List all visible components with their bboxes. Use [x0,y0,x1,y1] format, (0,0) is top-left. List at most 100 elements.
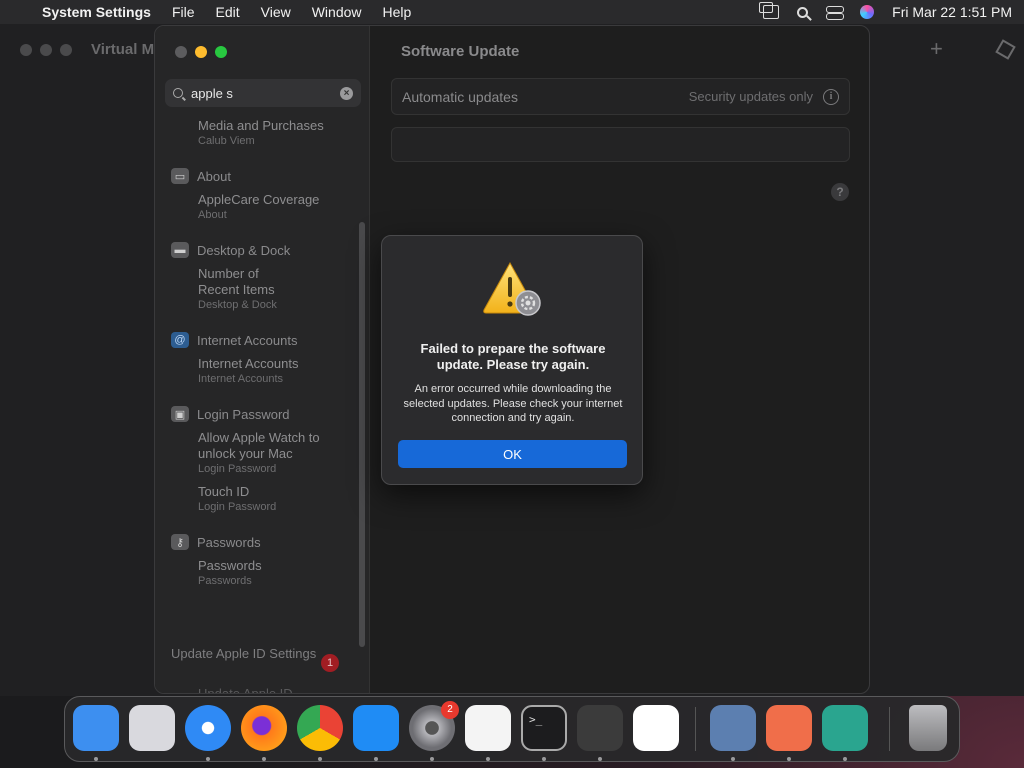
menu-view[interactable]: View [261,4,291,20]
search-result-item[interactable]: Passwords Passwords [155,558,360,588]
sidebar-search: × [165,79,361,107]
clear-search-icon[interactable]: × [340,86,353,100]
update-apple-id-item[interactable]: Update Apple ID Settings 1 [171,646,351,672]
dock-virtualbox-icon[interactable] [710,705,756,751]
menu-file[interactable]: File [172,4,195,20]
search-result-title: Internet Accounts [198,356,299,371]
sidebar-section-header: ▬ Desktop & Dock [155,240,360,260]
dock-running-indicator [262,757,266,761]
search-result-item[interactable]: Touch ID Login Password [155,484,360,514]
update-apple-id-result[interactable]: Update Apple ID [198,686,293,693]
dock-safari-icon[interactable] [185,705,231,751]
close-window-icon[interactable] [175,46,187,58]
search-result-title: Media and Purchases [198,118,324,133]
search-result-subtitle: Calub Viem [198,135,255,147]
search-result-title: AppleCare Coverage [198,192,320,207]
automatic-updates-row: Automatic updates Security updates only … [391,78,850,115]
dock-launchpad-icon[interactable] [129,705,175,751]
search-result-item[interactable]: Number of Recent Items Desktop & Dock [155,266,360,312]
dock-app-store-icon[interactable] [353,705,399,751]
notification-badge: 1 [321,654,339,672]
search-input[interactable] [191,85,331,101]
ok-button[interactable]: OK [398,440,627,468]
dock-running-indicator [787,757,791,761]
dock-archive-utility-icon[interactable] [822,705,868,751]
search-result-item[interactable]: Allow Apple Watch to unlock your Mac Logi… [155,430,360,476]
help-icon[interactable]: ? [831,183,849,201]
search-result-subtitle: Login Password [198,501,277,513]
search-result-subtitle: Login Password [198,463,277,475]
automatic-updates-label: Automatic updates [402,88,518,105]
search-result-item[interactable]: AppleCare Coverage About [155,192,360,222]
screen-mirroring-icon[interactable] [759,2,780,19]
minimize-window-icon[interactable] [195,46,207,58]
dock-system-settings-icon[interactable]: 2 [409,701,459,751]
cube-icon[interactable] [995,39,1016,60]
dock-vscode-icon[interactable] [633,705,679,751]
menu-bar: System Settings File Edit View Window He… [0,0,1024,24]
traffic-lights [175,46,227,58]
dock-firefox-icon[interactable] [241,705,287,751]
background-close-icon[interactable] [20,44,32,56]
update-apple-id-label: Update Apple ID Settings [171,646,317,661]
search-result-subtitle: Passwords [198,575,252,587]
sidebar-section-title: About [197,168,231,184]
menu-window[interactable]: Window [312,4,362,20]
menu-edit[interactable]: Edit [216,4,240,20]
info-icon[interactable]: i [823,88,839,105]
update-status-row [391,127,850,162]
dock-running-indicator [94,757,98,761]
sidebar-scrollbar[interactable] [359,222,365,647]
dock-running-indicator [486,757,490,761]
search-result-subtitle: About [198,209,227,221]
dock-running-indicator [318,757,322,761]
sidebar-section-header: ▭ About [155,166,360,186]
dock-running-indicator [430,757,434,761]
menu-clock[interactable]: Fri Mar 22 1:51 PM [892,4,1012,20]
sidebar-section-header: ▣ Login Password [155,404,360,424]
sidebar-section-header: ⚷ Passwords [155,532,360,552]
dock-trash-icon[interactable] [909,705,947,751]
dock-running-indicator [374,757,378,761]
dock-separator [695,707,696,751]
search-results-list: Media and Purchases Calub Viem ▭ About Apple… [155,118,360,693]
at-icon: @ [171,332,189,348]
dock-running-indicator [542,757,546,761]
plus-icon[interactable]: + [930,36,943,62]
search-result-title: Touch ID [198,484,250,499]
alert-message: An error occurred while downloading the … [403,383,623,424]
dock-garageband-icon[interactable] [577,705,623,751]
dock-screen-sharing-icon[interactable] [766,705,812,751]
sidebar-section-title: Login Password [197,406,290,422]
search-result-subtitle: Desktop & Dock [198,299,277,311]
siri-icon[interactable] [860,5,875,19]
dock-badge: 2 [441,701,459,719]
dock-textedit-icon[interactable] [465,705,511,751]
background-zoom-icon[interactable] [60,44,72,56]
spotlight-search-icon[interactable] [797,6,809,18]
search-result-title: Number of Recent Items [198,266,275,297]
zoom-window-icon[interactable] [215,46,227,58]
dock-separator [889,707,890,751]
background-minimize-icon[interactable] [40,44,52,56]
background-window-title: Virtual M [91,41,155,58]
lock-icon: ▣ [171,406,189,422]
dock-finder-icon[interactable] [73,705,119,751]
warning-icon [483,261,541,316]
dock-chrome-icon[interactable] [297,705,343,751]
control-center-icon[interactable] [826,6,845,20]
dock-icon: ▬ [171,242,189,258]
sidebar-section-title: Desktop & Dock [197,242,291,258]
error-alert-dialog: Failed to prepare the software update. P… [381,235,643,485]
dock-terminal-icon[interactable]: >_ [521,705,567,751]
laptop-icon: ▭ [171,168,189,184]
menu-help[interactable]: Help [383,4,412,20]
search-result-item[interactable]: Media and Purchases Calub Viem [155,118,360,148]
menu-app-name[interactable]: System Settings [42,4,151,20]
search-result-item[interactable]: Internet Accounts Internet Accounts [155,356,360,386]
key-icon: ⚷ [171,534,189,550]
background-window-traffic-lights [20,44,72,56]
sidebar-section-title: Passwords [197,534,261,550]
page-title: Software Update [401,43,520,60]
dock-running-indicator [843,757,847,761]
